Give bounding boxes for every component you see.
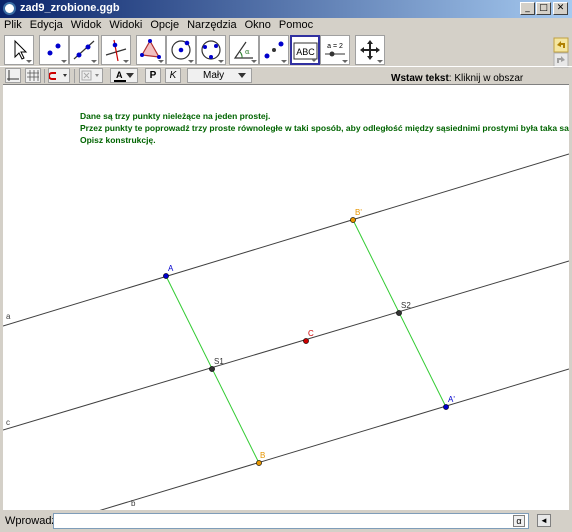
symbol-alpha-button[interactable]: α [513, 515, 525, 527]
style-bar: A P K Mały [0, 66, 572, 84]
line-tool[interactable] [69, 35, 99, 65]
menu-pomoc[interactable]: Pomoc [275, 18, 317, 31]
move-graphics-view-tool[interactable] [355, 35, 385, 65]
menu-edycja[interactable]: Edycja [26, 18, 67, 31]
circle-through-points-tool[interactable] [196, 35, 226, 65]
polygon-tool[interactable] [136, 35, 166, 65]
undo-button[interactable] [553, 37, 569, 53]
input-bar: Wprowadź: α ◄ [0, 510, 572, 532]
label-point-a: A [168, 264, 174, 273]
point-b-prime[interactable] [350, 217, 356, 223]
menu-narzedzia[interactable]: Narzędzia [183, 18, 241, 31]
reflect-tool[interactable] [259, 35, 289, 65]
point-tool[interactable] [39, 35, 69, 65]
axes-toggle[interactable] [5, 68, 21, 83]
angle-tool[interactable]: α [229, 35, 259, 65]
label-line-c: c [6, 418, 10, 427]
svg-text:α: α [245, 48, 250, 56]
menu-okno[interactable]: Okno [241, 18, 275, 31]
menu-opcje[interactable]: Opcje [146, 18, 183, 31]
construction-canvas: a c b A B' S2 C S1 A' B [3, 153, 569, 510]
text-color-dropdown[interactable]: A [110, 68, 138, 83]
point-capturing-dropdown[interactable] [48, 68, 70, 83]
disabled-color-icon [81, 70, 99, 81]
label-point-s2: S2 [401, 301, 411, 310]
label-point-s1: S1 [214, 357, 224, 366]
point-c[interactable] [303, 338, 309, 344]
insert-text-tool[interactable]: ABC [290, 35, 320, 65]
separator [74, 69, 75, 83]
menu-bar: Plik Edycja Widok Widoki Opcje Narzędzia Okno P… [0, 18, 572, 34]
input-label: Wprowadź: [5, 515, 61, 527]
line-a[interactable] [3, 153, 569, 327]
toolbar: α ABC a = 2 Wstaw tekst: Kliknij w obsza… [0, 34, 572, 110]
maximize-button[interactable]: □ [536, 2, 551, 15]
point-b[interactable] [256, 460, 262, 466]
slider-tool[interactable]: a = 2 [320, 35, 350, 65]
window-title: zad9_zrobione.ggb [20, 2, 120, 14]
undo-icon [553, 37, 569, 53]
background-color-dropdown[interactable] [79, 68, 103, 83]
separator [44, 69, 45, 83]
close-button[interactable]: ✕ [553, 2, 568, 15]
chevron-down-icon [238, 73, 246, 78]
graphics-view[interactable]: Dane są trzy punkty nieleżące na jeden p… [3, 84, 569, 510]
input-field[interactable]: α [53, 513, 529, 529]
label-point-b-prime: B' [355, 208, 362, 217]
magnet-icon [48, 72, 67, 80]
chevron-down-icon [126, 73, 134, 78]
line-b[interactable] [98, 368, 569, 510]
move-tool[interactable] [4, 35, 34, 65]
title-bar: zad9_zrobione.ggb _ □ ✕ [0, 0, 572, 18]
italic-button[interactable]: K [165, 68, 181, 83]
point-a[interactable] [163, 273, 169, 279]
minimize-button[interactable]: _ [520, 2, 535, 15]
text-color-swatch [114, 80, 126, 82]
font-size-value: Mały [203, 70, 225, 81]
point-a-prime[interactable] [443, 404, 449, 410]
bold-button[interactable]: P [145, 68, 161, 83]
line-c[interactable] [3, 260, 569, 431]
menu-widoki[interactable]: Widoki [105, 18, 146, 31]
point-s2[interactable] [396, 310, 402, 316]
svg-text:a = 2: a = 2 [327, 43, 343, 50]
geogebra-app-icon [3, 2, 16, 15]
menu-widok[interactable]: Widok [67, 18, 106, 31]
point-s1[interactable] [209, 366, 215, 372]
label-point-c: C [308, 329, 314, 338]
perpendicular-line-tool[interactable] [101, 35, 131, 65]
circle-tool[interactable] [166, 35, 196, 65]
font-size-dropdown[interactable]: Mały [187, 68, 252, 83]
svg-text:ABC: ABC [296, 47, 315, 57]
label-point-b: B [260, 451, 265, 460]
input-help-button[interactable]: ◄ [537, 514, 551, 527]
label-point-a-prime: A' [448, 395, 455, 404]
grid-icon [27, 70, 39, 81]
grid-toggle[interactable] [25, 68, 41, 83]
axes-icon [7, 70, 19, 81]
menu-plik[interactable]: Plik [0, 18, 26, 31]
label-line-b: b [131, 499, 136, 508]
label-line-a: a [6, 312, 11, 321]
